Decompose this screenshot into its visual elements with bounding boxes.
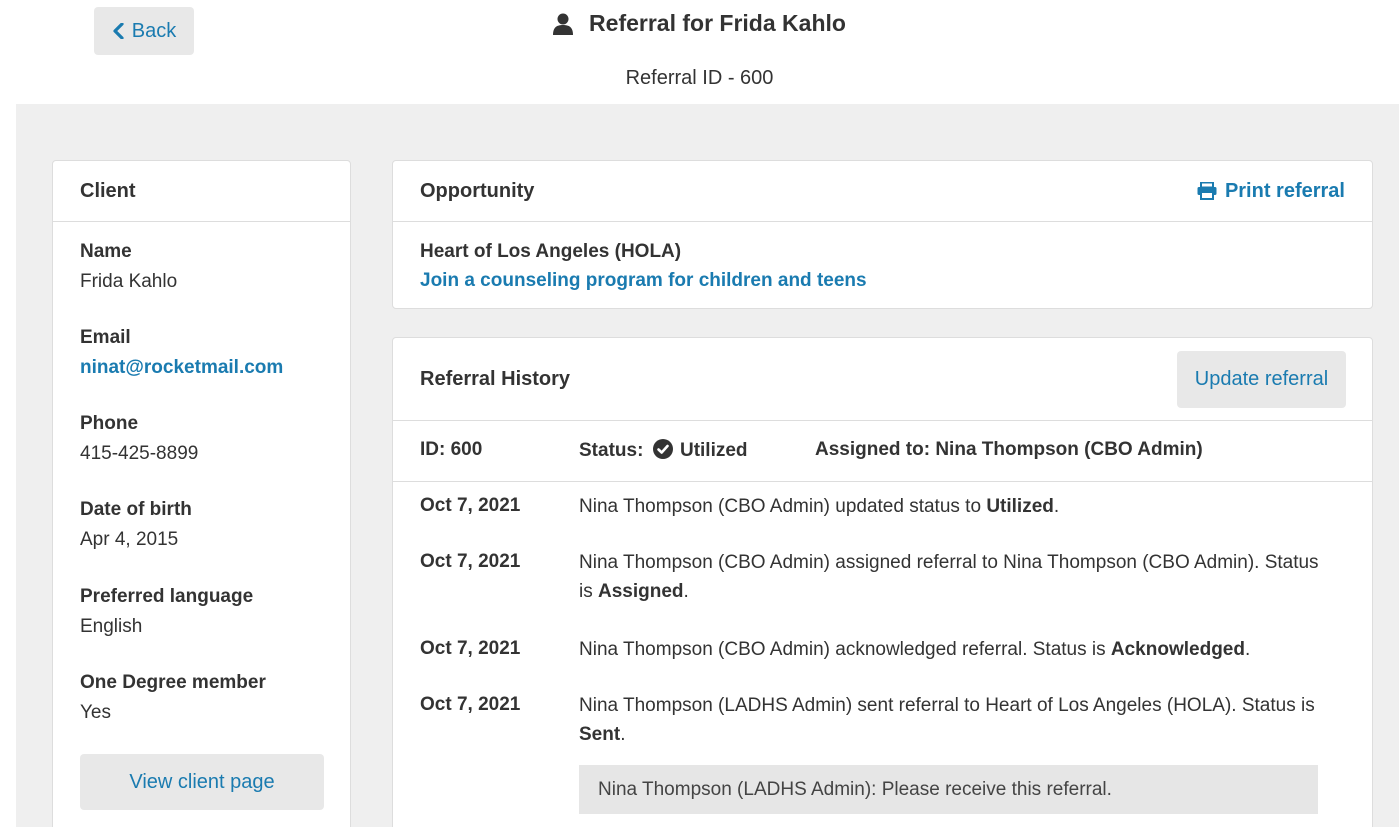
client-phone-field: Phone 415-425-8899	[80, 409, 198, 469]
opportunity-org: Heart of Los Angeles (HOLA)	[420, 241, 682, 262]
email-link[interactable]: ninat@rocketmail.com	[80, 353, 283, 383]
field-value: English	[80, 616, 143, 637]
event-text: Nina Thompson (LADHS Admin) sent referra…	[579, 691, 1319, 749]
opportunity-link[interactable]: Join a counseling program for children a…	[420, 270, 867, 292]
event-status: Acknowledged	[1110, 639, 1245, 660]
status-field: Status: Utilized	[579, 439, 748, 462]
field-label: Name	[80, 241, 132, 262]
event-date: Oct 7, 2021	[420, 551, 521, 572]
event-status: Sent	[579, 724, 621, 745]
field-label: Preferred language	[80, 586, 254, 607]
event-text-end: .	[1244, 639, 1251, 660]
event-text-end: .	[1053, 496, 1060, 517]
event-date: Oct 7, 2021	[420, 495, 521, 516]
back-label: Back	[131, 19, 177, 42]
event-text-main: Nina Thompson (CBO Admin) assigned refer…	[579, 552, 1319, 602]
referral-history-card: Referral History Update referral ID: 600…	[392, 337, 1373, 827]
opportunity-card-heading: Opportunity Print referral	[393, 161, 1372, 222]
opportunity-heading-text: Opportunity	[420, 179, 535, 202]
referral-id-label: ID: 600	[420, 439, 483, 460]
print-referral-label: Print referral	[1224, 179, 1345, 202]
event-status: Utilized	[986, 496, 1054, 517]
status-label: Status:	[579, 440, 644, 461]
opportunity-card: Opportunity Print referral Heart of Los …	[392, 160, 1373, 309]
referral-history-heading: Referral History Update referral	[393, 338, 1372, 421]
field-value: Yes	[80, 702, 111, 723]
referral-id-subtitle: Referral ID - 600	[625, 67, 774, 89]
user-icon	[553, 13, 574, 35]
field-label: Phone	[80, 413, 139, 434]
chevron-left-icon	[113, 23, 124, 39]
view-client-page-button[interactable]: View client page	[80, 754, 324, 810]
back-button[interactable]: Back	[94, 7, 194, 55]
event-text: Nina Thompson (CBO Admin) assigned refer…	[579, 548, 1319, 606]
event-text: Nina Thompson (CBO Admin) acknowledged r…	[579, 635, 1319, 664]
client-card-heading: Client	[53, 161, 350, 222]
event-date: Oct 7, 2021	[420, 694, 521, 715]
client-card: Client Name Frida Kahlo Email ninat@rock…	[52, 160, 351, 827]
assigned-to: Assigned to: Nina Thompson (CBO Admin)	[815, 439, 1203, 460]
check-circle-icon	[652, 439, 673, 459]
field-label: Date of birth	[80, 499, 192, 520]
status-value: Utilized	[679, 440, 748, 461]
client-dob-field: Date of birth Apr 4, 2015	[80, 495, 192, 555]
event-text-main: Nina Thompson (LADHS Admin) sent referra…	[579, 695, 1315, 716]
field-value: Frida Kahlo	[80, 271, 178, 292]
event-text-end: .	[683, 581, 689, 602]
page-title: Referral for Frida Kahlo	[553, 10, 846, 37]
client-email-field: Email ninat@rocketmail.com	[80, 323, 283, 383]
client-name-field: Name Frida Kahlo	[80, 237, 177, 297]
field-value: Apr 4, 2015	[80, 529, 179, 550]
event-text-end: .	[620, 724, 626, 745]
event-text-main: Nina Thompson (CBO Admin) updated status…	[579, 496, 987, 517]
update-referral-button[interactable]: Update referral	[1177, 350, 1346, 408]
event-date: Oct 7, 2021	[420, 638, 521, 659]
field-value: 415-425-8899	[80, 443, 199, 464]
title-row: Referral for Frida Kahlo	[0, 10, 1399, 40]
status-row: ID: 600 Status: Utilized Assigned to: Ni…	[393, 421, 1372, 482]
field-label: One Degree member	[80, 672, 266, 693]
printer-icon	[1197, 182, 1217, 200]
event-text-main: Nina Thompson (CBO Admin) acknowledged r…	[579, 639, 1111, 660]
event-status: Assigned	[598, 581, 684, 602]
event-text: Nina Thompson (CBO Admin) updated status…	[579, 492, 1319, 521]
client-language-field: Preferred language English	[80, 582, 253, 642]
page-header: Referral for Frida Kahlo Back Referral I…	[0, 0, 1399, 104]
page-title-text: Referral for Frida Kahlo	[589, 10, 846, 36]
referral-history-heading-text: Referral History	[420, 367, 571, 390]
print-referral-link[interactable]: Print referral	[1197, 180, 1345, 203]
client-member-field: One Degree member Yes	[80, 668, 266, 728]
referral-note: Nina Thompson (LADHS Admin): Please rece…	[579, 765, 1318, 814]
field-label: Email	[80, 327, 131, 348]
